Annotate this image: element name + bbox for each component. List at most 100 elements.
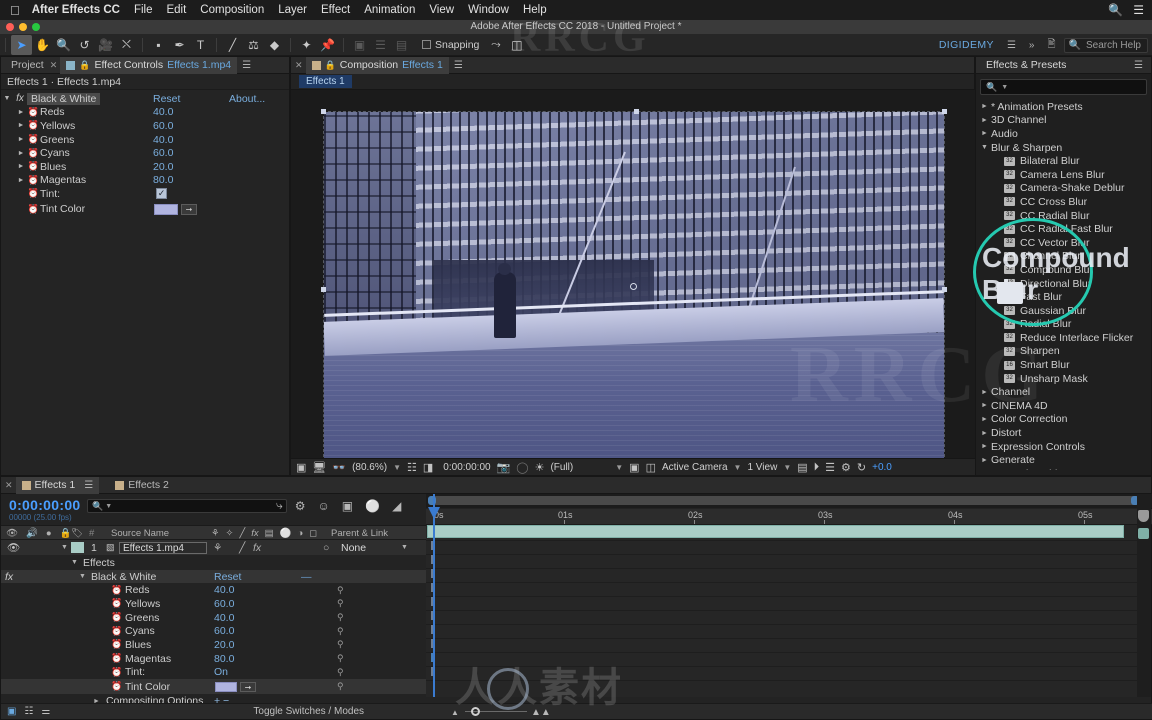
tree-group-animation-presets[interactable]: ►* Animation Presets bbox=[976, 100, 1152, 114]
stopwatch-icon[interactable]: ⏰ bbox=[27, 107, 40, 118]
clone-stamp-tool[interactable]: ⚖ bbox=[243, 35, 264, 55]
disclosure-triangle-icon[interactable]: ▼ bbox=[71, 559, 78, 566]
anchor-point-icon[interactable] bbox=[630, 283, 637, 290]
disclosure-triangle-icon[interactable]: ► bbox=[15, 163, 27, 170]
tree-group-expression-controls[interactable]: ►Expression Controls bbox=[976, 440, 1152, 454]
transform-handle[interactable] bbox=[321, 109, 326, 114]
panel-menu-icon[interactable]: ☰ bbox=[84, 480, 93, 491]
grid-guides-icon[interactable]: ☷ bbox=[407, 461, 417, 474]
tab-project[interactable]: Project bbox=[5, 57, 50, 74]
stopwatch-icon[interactable]: ⏰ bbox=[27, 148, 40, 159]
lock-icon[interactable]: 🔒 bbox=[325, 60, 336, 71]
composition-mini-flowchart-icon[interactable]: ⤷ bbox=[276, 498, 283, 513]
property-row-tint[interactable]: ⏰ Tint: ✓ bbox=[1, 187, 289, 201]
timeline-track-area[interactable] bbox=[426, 525, 1139, 697]
navigator-range[interactable] bbox=[428, 496, 1139, 505]
current-timecode[interactable]: 0:00:00:00 bbox=[9, 497, 81, 513]
frame-blending-icon[interactable]: ▣ bbox=[342, 499, 353, 513]
motion-blur-switch-icon[interactable]: ⚪ bbox=[280, 528, 292, 539]
shy-switch-icon[interactable]: ⚘ bbox=[211, 528, 220, 539]
layer-label-color[interactable] bbox=[71, 542, 84, 553]
tree-group-blur-sharpen[interactable]: ▼Blur & Sharpen bbox=[976, 141, 1152, 155]
stopwatch-icon[interactable]: ⏰ bbox=[27, 120, 40, 131]
chevron-right-icon[interactable]: ► bbox=[981, 130, 991, 137]
tab-effects-2[interactable]: Effects 2 bbox=[109, 477, 175, 494]
close-icon[interactable]: ✕ bbox=[50, 60, 58, 71]
duplicate-icon[interactable]: ☷ bbox=[24, 706, 33, 717]
close-icon[interactable]: ✕ bbox=[295, 60, 303, 71]
chevron-right-icon[interactable]: ► bbox=[981, 402, 991, 409]
snapping-checkbox[interactable] bbox=[422, 40, 431, 49]
apple-logo-icon[interactable]:  bbox=[10, 4, 20, 17]
disclosure-triangle-icon[interactable]: ► bbox=[15, 150, 27, 157]
stopwatch-icon[interactable]: ⏰ bbox=[111, 612, 122, 623]
zoom-out-icon[interactable]: ▲ bbox=[451, 708, 459, 717]
parent-link-header[interactable]: Parent & Link bbox=[331, 528, 388, 539]
property-row-yellows[interactable]: ► ⏰ Yellows 60.0 bbox=[1, 119, 289, 133]
tl-row-value[interactable]: 60.0 bbox=[214, 625, 234, 637]
current-time-indicator[interactable] bbox=[433, 494, 435, 697]
layer-clip-bar[interactable] bbox=[427, 525, 1124, 538]
tint-color-swatch[interactable] bbox=[154, 204, 178, 215]
menu-item-window[interactable]: Window bbox=[468, 4, 509, 16]
layer-row[interactable]: 👁 ▼ 1 ▧ Effects 1.mp4 ⚘ ╱ fx ○ None ▼ bbox=[1, 540, 426, 555]
chevron-down-icon[interactable]: ▼ bbox=[105, 503, 112, 510]
menu-item-composition[interactable]: Composition bbox=[200, 4, 264, 16]
menu-item-effect[interactable]: Effect bbox=[321, 4, 350, 16]
comp-flowchart-icon[interactable]: ⚙ bbox=[841, 461, 851, 474]
effect-header-row[interactable]: ▼ fx Black & White Reset About... bbox=[1, 92, 289, 106]
reset-link[interactable]: Reset bbox=[153, 93, 180, 105]
zoom-slider-knob[interactable] bbox=[471, 707, 480, 716]
tl-row-reds[interactable]: ⏰ Reds 40.0 ⚲ bbox=[1, 583, 426, 597]
tree-group-channel[interactable]: ►Channel bbox=[976, 385, 1152, 399]
solo-icon[interactable]: ● bbox=[46, 528, 52, 539]
expression-icon[interactable]: ⚲ bbox=[337, 681, 344, 692]
chevron-right-icon[interactable]: ► bbox=[981, 430, 991, 437]
pixel-aspect-icon[interactable]: ▤ bbox=[797, 461, 807, 474]
view-layout[interactable]: 1 View bbox=[747, 462, 777, 473]
tree-effect-camera-lens-blur[interactable]: 32Camera Lens Blur bbox=[976, 168, 1152, 182]
timeline-zoom-slider[interactable]: ▲ ▲▲ bbox=[451, 706, 541, 716]
roto-brush-tool[interactable]: ✦ bbox=[296, 35, 317, 55]
chevron-down-icon[interactable]: ▼ bbox=[783, 463, 791, 472]
chevron-right-icon[interactable]: ► bbox=[981, 416, 991, 423]
timeline-ruler[interactable]: 0s 01s 02s 03s 04s 05s bbox=[426, 509, 1152, 525]
text-tool[interactable]: T bbox=[190, 35, 211, 55]
motion-blur-marker-icon[interactable] bbox=[1138, 528, 1149, 539]
chevron-down-icon[interactable]: ▼ bbox=[401, 544, 408, 551]
region-of-interest-icon[interactable]: ◨ bbox=[423, 461, 433, 474]
menu-item-animation[interactable]: Animation bbox=[364, 4, 415, 16]
zoom-tool[interactable]: 🔍 bbox=[53, 35, 74, 55]
reset-link[interactable]: Reset bbox=[214, 571, 241, 583]
chevron-right-icon[interactable]: ► bbox=[981, 117, 991, 124]
search-icon[interactable]: 🔍 bbox=[1108, 3, 1123, 17]
tl-row-cyans[interactable]: ⏰ Cyans 60.0 ⚲ bbox=[1, 624, 426, 638]
chevron-right-icon[interactable]: ► bbox=[981, 443, 991, 450]
tree-effect-radial-blur[interactable]: 32Radial Blur bbox=[976, 318, 1152, 332]
tree-group-color-correction[interactable]: ►Color Correction bbox=[976, 413, 1152, 427]
tree-effect-cc-cross-blur[interactable]: 32CC Cross Blur bbox=[976, 195, 1152, 209]
snap-box-icon[interactable]: ◫ bbox=[506, 35, 527, 55]
disclosure-triangle-icon[interactable]: ► bbox=[15, 177, 27, 184]
tab-composition[interactable]: 🔒 Composition Effects 1 bbox=[306, 57, 449, 74]
motion-blur-icon[interactable]: ⚪ bbox=[365, 499, 380, 513]
quality-switch-icon[interactable]: ╱ bbox=[240, 528, 246, 539]
rotation-tool[interactable]: ↺ bbox=[74, 35, 95, 55]
zoom-in-icon[interactable]: ▲▲ bbox=[531, 707, 551, 718]
menu-item-edit[interactable]: Edit bbox=[166, 4, 186, 16]
disclosure-triangle-icon[interactable]: ▼ bbox=[61, 544, 68, 551]
stopwatch-icon[interactable]: ⏰ bbox=[27, 161, 40, 172]
disclosure-triangle-icon[interactable]: ► bbox=[15, 109, 27, 116]
breadcrumb-comp-name[interactable]: Effects 1 bbox=[299, 75, 352, 88]
tl-row-yellows[interactable]: ⏰ Yellows 60.0 ⚲ bbox=[1, 597, 426, 611]
tl-row-black-and-white[interactable]: fx ▼ Black & White Reset — bbox=[1, 570, 426, 584]
resolution-value[interactable]: (Full) bbox=[550, 462, 573, 473]
stopwatch-icon[interactable]: ⏰ bbox=[111, 639, 122, 650]
camera-view[interactable]: Active Camera bbox=[662, 462, 728, 473]
property-value[interactable]: 20.0 bbox=[153, 161, 173, 173]
tree-group-cinema-4d[interactable]: ►CINEMA 4D bbox=[976, 399, 1152, 413]
3d-glasses-icon[interactable]: 👓 bbox=[332, 461, 346, 474]
property-value[interactable]: 40.0 bbox=[153, 134, 173, 146]
tree-group-generate[interactable]: ►Generate bbox=[976, 453, 1152, 467]
video-visibility-icon[interactable]: 👁 bbox=[7, 541, 20, 554]
